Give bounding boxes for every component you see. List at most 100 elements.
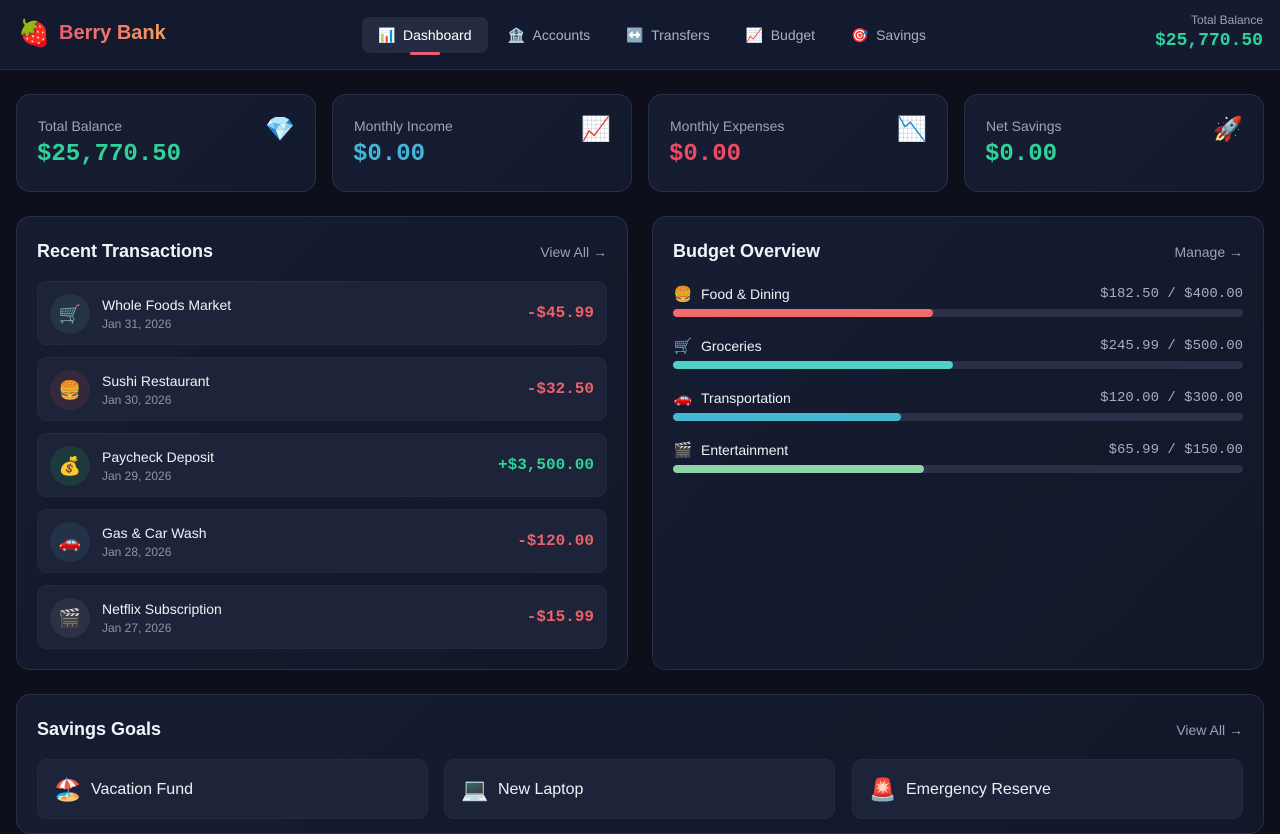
cart-icon: 🛒 [50, 294, 90, 334]
nav-label: Dashboard [403, 27, 472, 43]
recent-transactions-panel: Recent Transactions View All → 🛒 Whole F… [16, 216, 628, 670]
cart-icon: 🛒 [673, 338, 693, 355]
top-bar: 🍓 Berry Bank 📊 Dashboard 🏦 Accounts ↔️ T… [0, 0, 1280, 70]
nav-dashboard[interactable]: 📊 Dashboard [362, 17, 488, 53]
car-icon: 🚗 [50, 522, 90, 562]
manage-budget-link[interactable]: Manage → [1175, 244, 1243, 260]
header-balance-value: $25,770.50 [1154, 31, 1263, 51]
budget-progress-track [673, 465, 1243, 473]
stat-total-balance: Total Balance $25,770.50 💎 [16, 94, 316, 192]
budget-item[interactable]: 🛒 Groceries $245.99 / $500.00 [673, 337, 1243, 373]
transaction-row[interactable]: 💰 Paycheck Deposit Jan 29, 2026 +$3,500.… [37, 433, 607, 497]
transaction-amount: -$15.99 [526, 608, 594, 626]
budget-item[interactable]: 🚗 Transportation $120.00 / $300.00 [673, 389, 1243, 425]
budget-progress-track [673, 309, 1243, 317]
transaction-date: Jan 29, 2026 [102, 469, 172, 483]
panel-title: Savings Goals [37, 719, 162, 739]
money-bag-icon: 💰 [50, 446, 90, 486]
clapperboard-icon: 🎬 [673, 442, 693, 459]
goal-name: New Laptop [498, 781, 584, 798]
rocket-icon: 🚀 [1213, 116, 1243, 143]
strawberry-icon: 🍓 [18, 18, 51, 48]
savings-goal-card[interactable]: 💻 New Laptop [444, 759, 835, 819]
transaction-name: Sushi Restaurant [102, 373, 210, 389]
view-all-goals-link[interactable]: View All → [1176, 722, 1243, 738]
transaction-row[interactable]: 🎬 Netflix Subscription Jan 27, 2026 -$15… [37, 585, 607, 649]
transaction-name: Netflix Subscription [102, 601, 222, 617]
panel-title: Budget Overview [673, 241, 821, 261]
transaction-date: Jan 31, 2026 [102, 317, 172, 331]
budget-amount: $65.99 / $150.00 [1108, 442, 1243, 458]
budget-progress-track [673, 361, 1243, 369]
transfer-arrows-icon: ↔️ [626, 26, 644, 43]
budget-item[interactable]: 🎬 Entertainment $65.99 / $150.00 [673, 441, 1243, 477]
transaction-name: Whole Foods Market [102, 297, 232, 313]
stat-value: $0.00 [669, 141, 742, 168]
goal-name: Vacation Fund [91, 781, 193, 798]
nav-savings[interactable]: 🎯 Savings [835, 17, 942, 53]
nav-label: Transfers [651, 27, 710, 43]
transaction-amount: -$120.00 [517, 532, 594, 550]
stat-label: Net Savings [986, 118, 1062, 134]
burger-icon: 🍔 [673, 286, 693, 303]
nav-label: Accounts [532, 27, 591, 43]
nav-label: Budget [770, 27, 816, 43]
target-icon: 🎯 [851, 26, 869, 43]
nav-label: Savings [876, 27, 926, 43]
transaction-amount: -$45.99 [526, 304, 594, 322]
stat-value: $25,770.50 [37, 141, 182, 168]
header-balance: Total Balance $25,770.50 [1155, 13, 1263, 51]
budget-progress-fill [673, 309, 933, 317]
nav-accounts[interactable]: 🏦 Accounts [492, 17, 607, 53]
trend-up-icon: 📈 [745, 26, 764, 43]
main-nav: 📊 Dashboard 🏦 Accounts ↔️ Transfers 📈 Bu… [362, 17, 946, 53]
header-balance-label: Total Balance [1190, 13, 1263, 27]
budget-progress-fill [673, 361, 954, 369]
transaction-row[interactable]: 🍔 Sushi Restaurant Jan 30, 2026 -$32.50 [37, 357, 607, 421]
brand-name: Berry Bank [59, 21, 166, 44]
transaction-date: Jan 28, 2026 [102, 545, 172, 559]
savings-goal-card[interactable]: 🏖️ Vacation Fund [37, 759, 428, 819]
stat-monthly-expenses: Monthly Expenses $0.00 📉 [648, 94, 948, 192]
budget-overview-panel: Budget Overview Manage → 🍔 Food & Dining… [652, 216, 1264, 670]
budget-name: Groceries [701, 338, 762, 354]
budget-amount: $120.00 / $300.00 [1100, 390, 1243, 406]
chart-icon: 📊 [378, 26, 396, 43]
transaction-date: Jan 30, 2026 [102, 393, 172, 407]
budget-progress-fill [673, 465, 924, 473]
budget-name: Food & Dining [701, 286, 790, 302]
chart-down-icon: 📉 [897, 116, 927, 143]
stat-value: $0.00 [985, 141, 1058, 168]
stat-label: Monthly Income [354, 118, 453, 134]
transaction-amount: -$32.50 [526, 380, 594, 398]
transaction-name: Paycheck Deposit [102, 449, 215, 465]
stat-label: Monthly Expenses [670, 118, 785, 134]
goal-name: Emergency Reserve [906, 781, 1051, 798]
gem-icon: 💎 [265, 116, 295, 143]
view-all-transactions-link[interactable]: View All → [540, 244, 607, 260]
budget-amount: $182.50 / $400.00 [1100, 286, 1243, 302]
budget-amount: $245.99 / $500.00 [1100, 338, 1243, 354]
transaction-date: Jan 27, 2026 [102, 621, 172, 635]
stat-label: Total Balance [38, 118, 123, 134]
nav-transfers[interactable]: ↔️ Transfers [610, 17, 726, 53]
savings-goal-card[interactable]: 🚨 Emergency Reserve [852, 759, 1243, 819]
burger-icon: 🍔 [50, 370, 90, 410]
budget-name: Entertainment [701, 442, 789, 458]
savings-goals-panel: Savings Goals View All → 🏖️ Vacation Fun… [16, 694, 1264, 834]
brand[interactable]: 🍓 Berry Bank [18, 18, 166, 48]
car-icon: 🚗 [673, 390, 693, 407]
clapperboard-icon: 🎬 [50, 598, 90, 638]
stat-value: $0.00 [353, 141, 426, 168]
stat-net-savings: Net Savings $0.00 🚀 [964, 94, 1264, 192]
transaction-amount: +$3,500.00 [497, 456, 594, 474]
stat-monthly-income: Monthly Income $0.00 📈 [332, 94, 632, 192]
transaction-row[interactable]: 🛒 Whole Foods Market Jan 31, 2026 -$45.9… [37, 281, 607, 345]
bank-icon: 🏦 [507, 26, 525, 43]
nav-budget[interactable]: 📈 Budget [730, 17, 831, 53]
chart-up-icon: 📈 [581, 116, 611, 143]
panel-title: Recent Transactions [37, 241, 214, 261]
transaction-row[interactable]: 🚗 Gas & Car Wash Jan 28, 2026 -$120.00 [37, 509, 607, 573]
budget-item[interactable]: 🍔 Food & Dining $182.50 / $400.00 [673, 285, 1243, 321]
budget-name: Transportation [701, 390, 791, 406]
